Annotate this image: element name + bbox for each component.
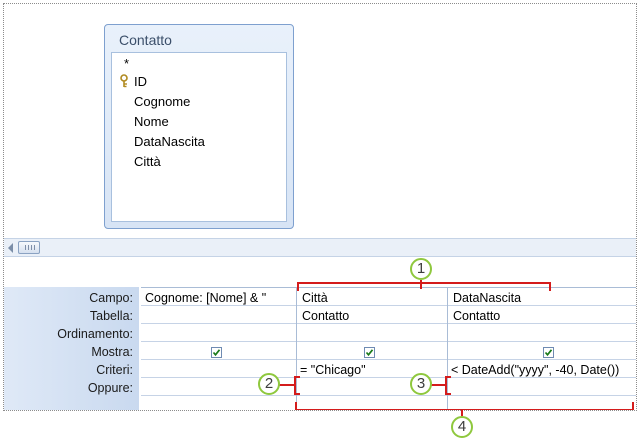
label-tabella: Tabella: — [89, 309, 133, 323]
col3-criteri[interactable]: < DateAdd("yyyy", -40, Date()) — [451, 363, 634, 377]
grid-row-line — [141, 377, 636, 378]
field-all[interactable]: * — [124, 56, 129, 71]
bracket-1 — [297, 282, 551, 291]
grid-row-line — [141, 341, 636, 342]
checkmark-icon — [365, 349, 374, 357]
key-icon — [120, 74, 128, 88]
col1-show-checkbox[interactable] — [211, 347, 222, 358]
col3-show-checkbox[interactable] — [543, 347, 554, 358]
col3-campo[interactable]: DataNascita — [453, 291, 633, 305]
col3-tabella[interactable]: Contatto — [453, 309, 633, 323]
checkmark-icon — [212, 349, 221, 357]
horizontal-scrollbar[interactable] — [4, 238, 636, 257]
grid-row-line — [141, 323, 636, 324]
callout-2: 2 — [258, 373, 280, 395]
callout-2-connector — [279, 384, 295, 386]
table-title: Contatto — [119, 32, 172, 48]
callout-1-connector — [420, 280, 422, 289]
callout-3: 3 — [410, 373, 432, 395]
query-grid: Cognome: [Nome] & " Città DataNascita Co… — [141, 287, 636, 410]
bracket-4 — [295, 402, 634, 410]
checkmark-icon — [544, 349, 553, 357]
label-campo: Campo: — [89, 291, 133, 305]
grip-icon — [25, 245, 35, 250]
label-mostra: Mostra: — [91, 345, 133, 359]
table-pane: Contatto * ID Cognome Nome DataNascita C… — [4, 4, 636, 238]
query-design-window: Contatto * ID Cognome Nome DataNascita C… — [3, 3, 637, 411]
col1-campo[interactable]: Cognome: [Nome] & " — [145, 291, 293, 305]
label-oppure: Oppure: — [87, 381, 133, 395]
col2-tabella[interactable]: Contatto — [302, 309, 444, 323]
scroll-left-icon[interactable] — [8, 243, 13, 253]
scrollbar-thumb[interactable] — [18, 241, 40, 254]
field-nome[interactable]: Nome — [134, 114, 169, 129]
field-list: * ID Cognome Nome DataNascita Città — [111, 52, 287, 222]
callout-4: 4 — [451, 416, 473, 438]
field-citta[interactable]: Città — [134, 154, 161, 169]
table-contatto[interactable]: Contatto * ID Cognome Nome DataNascita C… — [104, 24, 294, 229]
callout-1: 1 — [410, 258, 432, 280]
grid-row-line — [141, 359, 636, 360]
grid-row-line — [141, 305, 636, 306]
field-cognome[interactable]: Cognome — [134, 94, 190, 109]
col2-show-checkbox[interactable] — [364, 347, 375, 358]
field-datanascita[interactable]: DataNascita — [134, 134, 205, 149]
grid-row-line — [141, 395, 636, 396]
col2-campo[interactable]: Città — [302, 291, 444, 305]
field-id[interactable]: ID — [134, 74, 147, 89]
row-labels: Campo: Tabella: Ordinamento: Mostra: Cri… — [4, 287, 139, 410]
label-criteri: Criteri: — [96, 363, 133, 377]
callout-3-connector — [431, 384, 447, 386]
design-grid-area: Campo: Tabella: Ordinamento: Mostra: Cri… — [4, 257, 636, 410]
label-ordinamento: Ordinamento: — [57, 327, 133, 341]
